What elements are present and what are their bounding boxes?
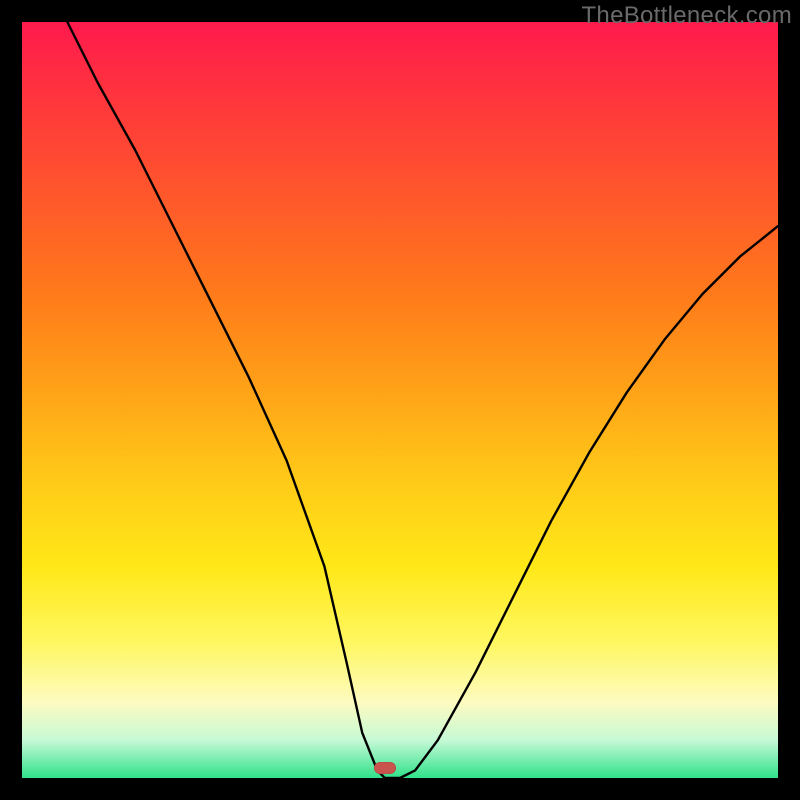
chart-frame: TheBottleneck.com [0, 0, 800, 800]
bottleneck-curve [22, 22, 778, 778]
optimum-marker [374, 762, 396, 774]
watermark-text: TheBottleneck.com [581, 2, 792, 30]
curve-path [67, 22, 778, 778]
plot-area [22, 22, 778, 778]
